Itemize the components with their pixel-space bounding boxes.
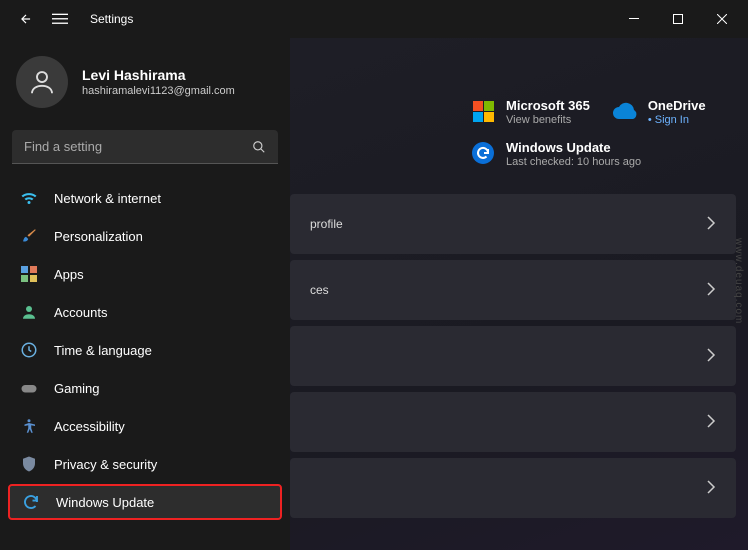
menu-icon[interactable] — [52, 11, 68, 27]
watermark: www.deuaq.com — [733, 238, 744, 324]
sidebar-item-privacy[interactable]: Privacy & security — [8, 446, 282, 482]
wifi-icon — [20, 189, 38, 207]
clock-globe-icon — [20, 341, 38, 359]
sidebar-item-windows-update[interactable]: Windows Update — [8, 484, 282, 520]
nav-list: Network & internet Personalization Apps … — [8, 180, 282, 520]
sidebar-item-label: Apps — [54, 267, 84, 282]
sidebar: Levi Hashirama hashiramalevi1123@gmail.c… — [0, 38, 290, 550]
sidebar-item-label: Windows Update — [56, 495, 154, 510]
sidebar-item-label: Accounts — [54, 305, 107, 320]
avatar — [16, 56, 68, 108]
user-email: hashiramalevi1123@gmail.com — [82, 85, 235, 97]
sync-circle-icon — [470, 140, 496, 166]
sidebar-item-accessibility[interactable]: Accessibility — [8, 408, 282, 444]
settings-panel[interactable] — [290, 458, 736, 518]
user-profile[interactable]: Levi Hashirama hashiramalevi1123@gmail.c… — [8, 56, 282, 126]
window-title: Settings — [90, 12, 133, 26]
sidebar-item-label: Network & internet — [54, 191, 161, 206]
back-button[interactable] — [18, 11, 34, 27]
card-subtitle: Last checked: 10 hours ago — [506, 156, 641, 168]
minimize-button[interactable] — [612, 3, 656, 35]
chevron-right-icon — [706, 348, 716, 365]
chevron-right-icon — [706, 414, 716, 431]
card-title: Microsoft 365 — [506, 98, 590, 113]
apps-icon — [20, 265, 38, 283]
chevron-right-icon — [706, 282, 716, 299]
card-title: Windows Update — [506, 140, 641, 155]
sidebar-item-accounts[interactable]: Accounts — [8, 294, 282, 330]
person-icon — [20, 303, 38, 321]
search-input[interactable] — [24, 139, 252, 154]
card-onedrive[interactable]: OneDrive • Sign In — [612, 98, 706, 126]
sync-icon — [22, 493, 40, 511]
card-title: OneDrive — [648, 98, 706, 113]
card-subtitle: View benefits — [506, 114, 590, 126]
search-icon — [252, 140, 266, 154]
sidebar-item-label: Privacy & security — [54, 457, 157, 472]
sidebar-item-label: Time & language — [54, 343, 152, 358]
user-name: Levi Hashirama — [82, 67, 235, 83]
sidebar-item-personalization[interactable]: Personalization — [8, 218, 282, 254]
card-windows-update[interactable]: Windows Update Last checked: 10 hours ag… — [290, 140, 736, 168]
settings-panel[interactable] — [290, 392, 736, 452]
sidebar-item-time-language[interactable]: Time & language — [8, 332, 282, 368]
sidebar-item-gaming[interactable]: Gaming — [8, 370, 282, 406]
chevron-right-icon — [706, 480, 716, 497]
sidebar-item-network[interactable]: Network & internet — [8, 180, 282, 216]
search-box[interactable] — [12, 130, 278, 164]
microsoft-logo-icon — [470, 98, 496, 124]
panel-label: ces — [310, 283, 329, 297]
close-button[interactable] — [700, 3, 744, 35]
card-microsoft-365[interactable]: Microsoft 365 View benefits — [470, 98, 590, 126]
card-subtitle[interactable]: • Sign In — [648, 114, 706, 126]
panel-label: profile — [310, 217, 343, 231]
titlebar: Settings — [0, 0, 748, 38]
onedrive-icon — [612, 98, 638, 124]
gamepad-icon — [20, 379, 38, 397]
sidebar-item-label: Personalization — [54, 229, 143, 244]
sidebar-item-apps[interactable]: Apps — [8, 256, 282, 292]
maximize-button[interactable] — [656, 3, 700, 35]
sidebar-item-label: Accessibility — [54, 419, 125, 434]
settings-panel[interactable]: ces — [290, 260, 736, 320]
shield-icon — [20, 455, 38, 473]
chevron-right-icon — [706, 216, 716, 233]
settings-panel[interactable] — [290, 326, 736, 386]
main-pane: Microsoft 365 View benefits OneDrive • S… — [290, 38, 748, 550]
sidebar-item-label: Gaming — [54, 381, 100, 396]
settings-panel[interactable]: profile — [290, 194, 736, 254]
accessibility-icon — [20, 417, 38, 435]
brush-icon — [20, 227, 38, 245]
